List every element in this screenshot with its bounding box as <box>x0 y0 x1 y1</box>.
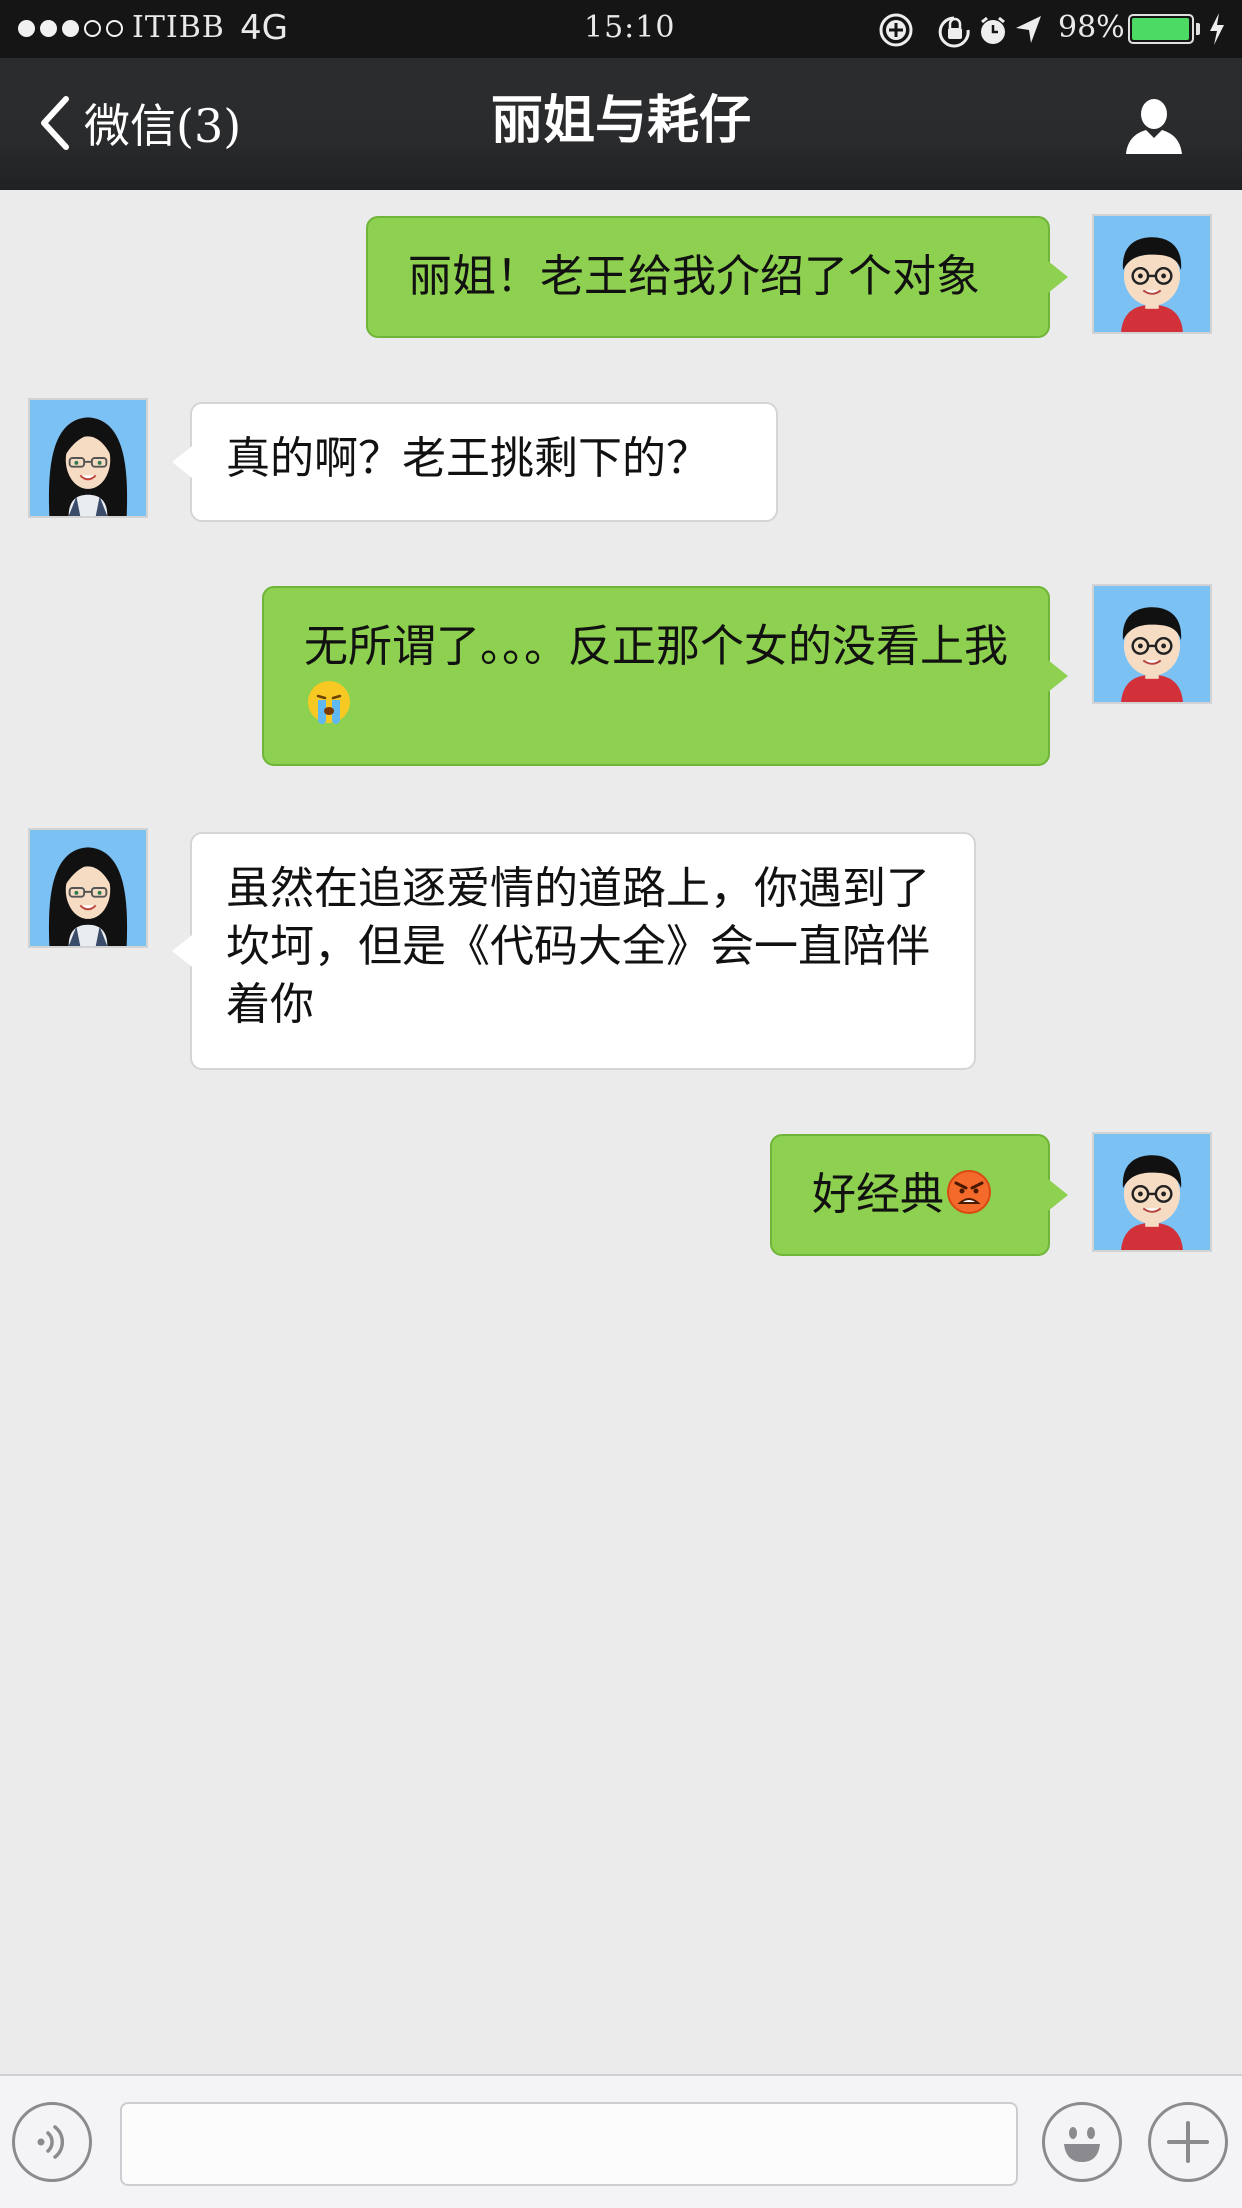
location-arrow-icon <box>1016 16 1041 43</box>
contact-avatar[interactable] <box>28 398 148 518</box>
message-text: 真的啊？老王挑剩下的？ <box>226 433 710 484</box>
navigation-bar: 微信(3) 丽姐与耗仔 <box>0 58 1242 190</box>
incoming-message-bubble[interactable]: 虽然在追逐爱情的道路上，你遇到了坎坷，但是《代码大全》会一直陪伴着你 <box>172 832 976 1070</box>
more-button[interactable] <box>1148 2102 1228 2182</box>
my-avatar[interactable] <box>1092 1132 1212 1252</box>
carrier-name: ITIBB <box>132 10 225 45</box>
contact-avatar[interactable] <box>28 828 148 948</box>
message-text: 丽姐！老王给我介绍了个对象 <box>408 251 980 302</box>
chat-title: 丽姐与耗仔 <box>490 91 751 151</box>
boy-avatar-image <box>1094 586 1210 702</box>
add-circle-icon <box>879 13 913 47</box>
crying-face-emoji <box>308 681 350 724</box>
outgoing-message-bubble[interactable]: 丽姐！老王给我介绍了个对象 <box>366 216 1068 338</box>
outgoing-message-bubble[interactable]: 无所谓了。。。反正那个女的没看上我 <box>262 586 1068 766</box>
alarm-icon <box>981 16 1005 44</box>
message-text: 虽然在追逐爱情的道路上，你遇到了坎坷，但是《代码大全》会一直陪伴着你 <box>226 863 930 1030</box>
emoji-button[interactable] <box>1042 2102 1122 2182</box>
plus-icon <box>1167 2121 1209 2163</box>
my-avatar[interactable] <box>1092 214 1212 334</box>
orientation-lock-icon <box>938 16 970 48</box>
smiley-icon <box>1064 2127 1100 2162</box>
boy-avatar-image <box>1094 1134 1210 1250</box>
message-text: 好经典 <box>812 1169 944 1220</box>
network-type: 4G <box>240 8 288 48</box>
my-avatar[interactable] <box>1092 584 1212 704</box>
charging-bolt-icon <box>1210 13 1224 45</box>
angry-face-emoji <box>947 1170 991 1214</box>
signal-strength-icon <box>18 20 123 37</box>
incoming-message-bubble[interactable]: 真的啊？老王挑剩下的？ <box>172 402 778 522</box>
battery-level-fill <box>1132 18 1189 40</box>
input-toolbar <box>0 2074 1242 2208</box>
outgoing-message-bubble[interactable]: 好经典 <box>770 1134 1068 1256</box>
voice-icon <box>37 2125 65 2159</box>
battery-percentage: 98% <box>1058 10 1125 45</box>
battery-tip <box>1196 23 1200 35</box>
chat-message-list[interactable]: 丽姐！老王给我介绍了个对象 真的啊？老王挑剩下的？ 无所谓了。。。反正那个女的没… <box>0 190 1242 2074</box>
status-bar: ITIBB 4G 15:10 98% <box>0 0 1242 58</box>
girl-avatar-image <box>30 400 146 516</box>
message-input[interactable] <box>120 2102 1018 2186</box>
girl-avatar-image <box>30 830 146 946</box>
battery-icon <box>1128 14 1194 44</box>
status-time: 15:10 <box>584 10 676 45</box>
message-text: 无所谓了。。。反正那个女的没看上我 <box>304 621 1008 672</box>
status-icons <box>879 13 1041 48</box>
chat-info-button[interactable] <box>1124 96 1184 156</box>
person-icon <box>1126 99 1182 154</box>
voice-button[interactable] <box>12 2102 92 2182</box>
boy-avatar-image <box>1094 216 1210 332</box>
